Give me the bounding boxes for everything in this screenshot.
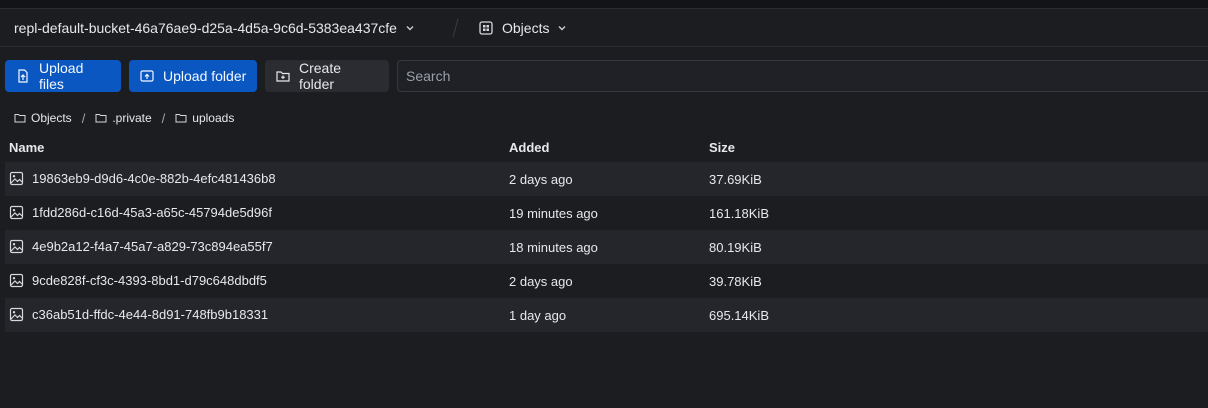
file-added: 2 days ago — [509, 274, 573, 289]
table-row[interactable]: 19863eb9-d9d6-4c0e-882b-4efc481436b8 2 d… — [5, 162, 1208, 196]
image-icon — [9, 239, 24, 254]
breadcrumb-label: uploads — [192, 111, 235, 125]
file-name: 1fdd286d-c16d-45a3-a65c-45794de5d96f — [32, 205, 272, 220]
view-label: Objects — [502, 20, 550, 36]
breadcrumb-separator: / — [161, 110, 166, 126]
file-name: 4e9b2a12-f4a7-45a7-a829-73c894ea55f7 — [32, 239, 273, 254]
file-name: 19863eb9-d9d6-4c0e-882b-4efc481436b8 — [32, 171, 276, 186]
upload-files-label: Upload files — [39, 60, 84, 92]
folder-plus-icon — [275, 68, 291, 84]
column-header-added[interactable]: Added — [509, 140, 549, 155]
view-selector[interactable]: Objects — [478, 9, 567, 47]
image-icon — [9, 273, 24, 288]
file-added: 19 minutes ago — [509, 206, 598, 221]
file-size: 39.78KiB — [709, 274, 762, 289]
create-folder-label: Create folder — [299, 60, 342, 92]
file-size: 80.19KiB — [709, 240, 762, 255]
table-row[interactable]: 4e9b2a12-f4a7-45a7-a829-73c894ea55f7 18 … — [5, 230, 1208, 264]
search-input[interactable] — [397, 60, 1208, 92]
upload-folder-button[interactable]: Upload folder — [129, 60, 257, 92]
breadcrumb-private[interactable]: .private — [95, 111, 152, 125]
folder-icon — [175, 112, 187, 124]
file-name: c36ab51d-ffdc-4e44-8d91-748fb9b18331 — [32, 307, 269, 322]
bucket-selector[interactable]: repl-default-bucket-46a76ae9-d25a-4d5a-9… — [14, 9, 415, 47]
file-size: 161.18KiB — [709, 206, 769, 221]
breadcrumb-label: Objects — [31, 111, 72, 125]
file-added: 2 days ago — [509, 172, 573, 187]
upload-files-button[interactable]: Upload files — [5, 60, 121, 92]
file-upload-icon — [15, 68, 31, 84]
folder-icon — [14, 112, 26, 124]
chevron-down-icon — [557, 23, 567, 33]
folder-icon — [95, 112, 107, 124]
table-row[interactable]: 9cde828f-cf3c-4393-8bd1-d79c648dbdf5 2 d… — [5, 264, 1208, 298]
header-bar: repl-default-bucket-46a76ae9-d25a-4d5a-9… — [0, 8, 1208, 47]
table-header: Name Added Size — [0, 140, 1208, 158]
file-list: 19863eb9-d9d6-4c0e-882b-4efc481436b8 2 d… — [5, 162, 1208, 332]
breadcrumb: Objects / .private / uploads — [14, 110, 234, 126]
breadcrumb-objects[interactable]: Objects — [14, 111, 72, 125]
create-folder-button[interactable]: Create folder — [265, 60, 389, 92]
image-icon — [9, 307, 24, 322]
table-row[interactable]: c36ab51d-ffdc-4e44-8d91-748fb9b18331 1 d… — [5, 298, 1208, 332]
header-separator — [452, 19, 459, 37]
objects-grid-icon — [478, 20, 494, 36]
column-header-name[interactable]: Name — [9, 140, 44, 155]
bucket-name: repl-default-bucket-46a76ae9-d25a-4d5a-9… — [14, 20, 397, 36]
chevron-down-icon — [405, 23, 415, 33]
breadcrumb-label: .private — [112, 111, 152, 125]
folder-upload-icon — [139, 68, 155, 84]
file-added: 1 day ago — [509, 308, 567, 323]
file-added: 18 minutes ago — [509, 240, 598, 255]
breadcrumb-separator: / — [81, 110, 86, 126]
file-size: 37.69KiB — [709, 172, 762, 187]
file-name: 9cde828f-cf3c-4393-8bd1-d79c648dbdf5 — [32, 273, 267, 288]
file-size: 695.14KiB — [709, 308, 769, 323]
breadcrumb-uploads[interactable]: uploads — [175, 111, 234, 125]
toolbar: Upload files Upload folder Create folder — [0, 60, 1208, 92]
column-header-size[interactable]: Size — [709, 140, 735, 155]
image-icon — [9, 171, 24, 186]
upload-folder-label: Upload folder — [163, 68, 247, 84]
table-row[interactable]: 1fdd286d-c16d-45a3-a65c-45794de5d96f 19 … — [5, 196, 1208, 230]
top-strip — [0, 0, 1208, 8]
image-icon — [9, 205, 24, 220]
